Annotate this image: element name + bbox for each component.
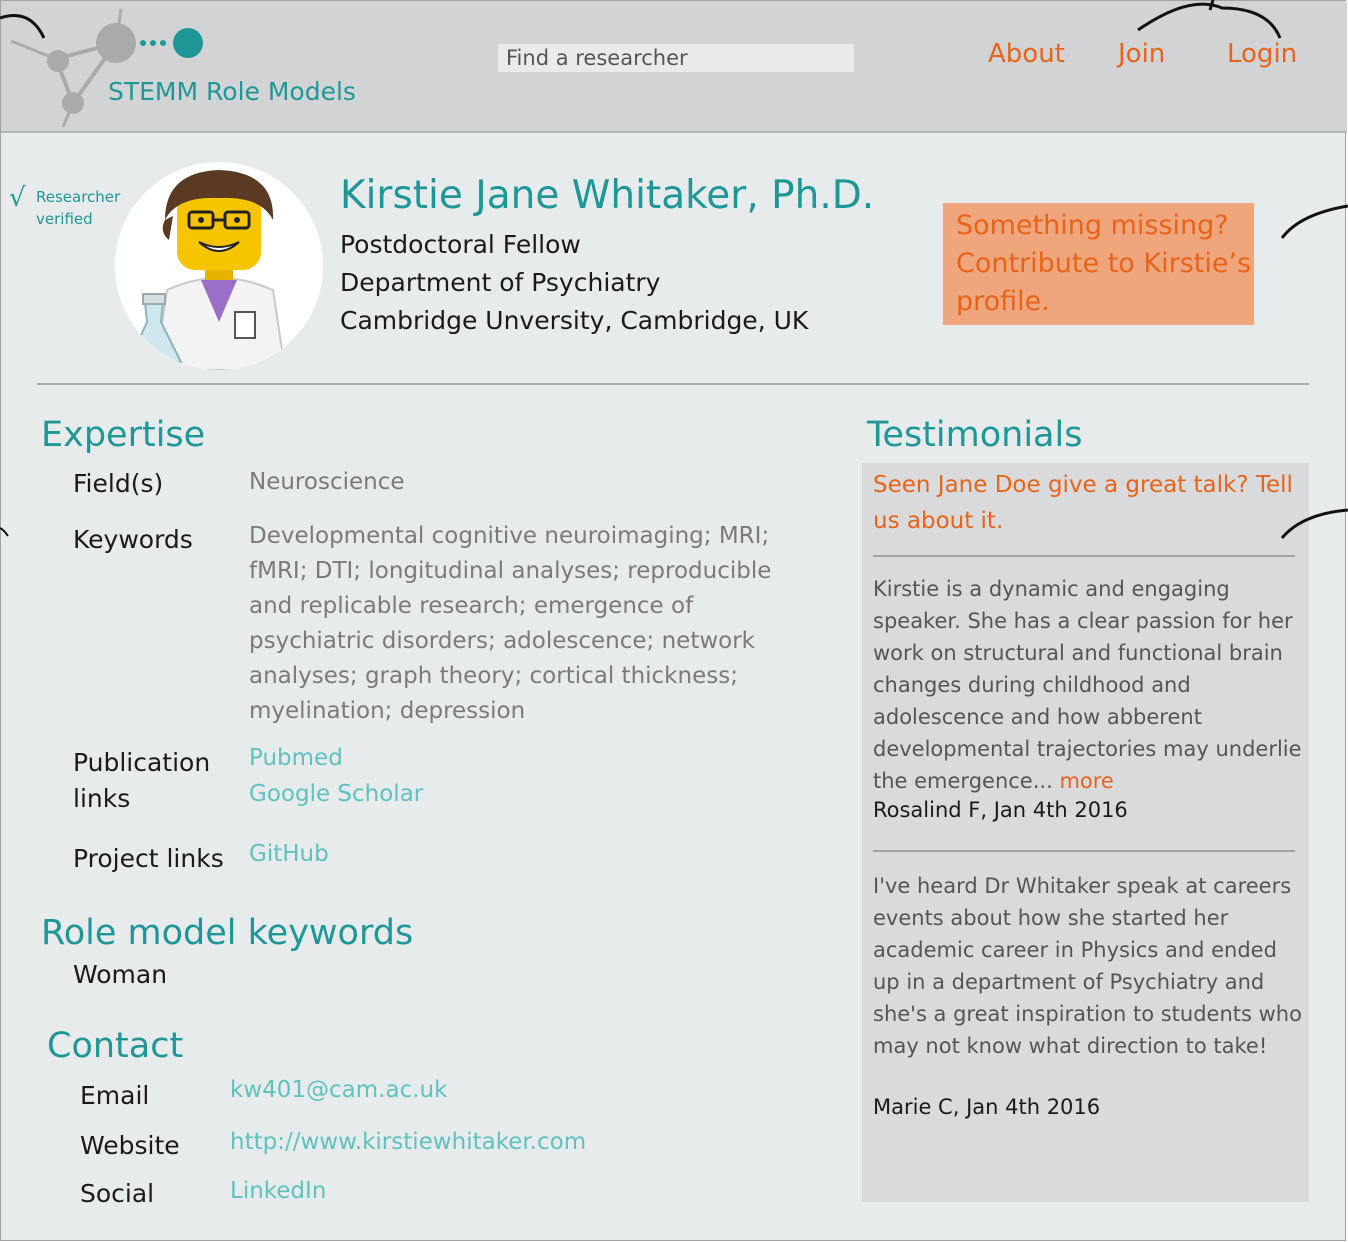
nav-about-link[interactable]: About — [988, 39, 1065, 69]
researcher-institution: Cambridge Unversity, Cambridge, UK — [340, 306, 809, 335]
website-link[interactable]: http://www.kirstiewhitaker.com — [230, 1129, 586, 1155]
contact-heading: Contact — [47, 1026, 184, 1066]
testimonials-heading: Testimonials — [867, 415, 1083, 455]
page-frame: STEMM Role Models About Join Login √ Res… — [0, 0, 1347, 1241]
add-testimonial-link[interactable]: Seen Jane Doe give a great talk? Tell us… — [873, 467, 1293, 539]
testimonial-divider — [873, 555, 1295, 557]
website-label: Website — [80, 1131, 180, 1160]
testimonial-text: Kirstie is a dynamic and engaging speake… — [873, 573, 1305, 797]
keywords-label: Keywords — [73, 525, 193, 554]
google-scholar-link[interactable]: Google Scholar — [249, 781, 423, 807]
fields-label: Field(s) — [73, 469, 164, 498]
social-row-clip: Social LinkedIn — [1, 1173, 701, 1203]
nav-join-link[interactable]: Join — [1118, 39, 1165, 69]
publication-links-label: Publication links — [73, 748, 211, 813]
testimonial-text: I've heard Dr Whitaker speak at careers … — [873, 874, 1302, 1058]
github-link[interactable]: GitHub — [249, 841, 329, 867]
fields-value: Neuroscience — [249, 469, 405, 495]
nav-login-link[interactable]: Login — [1227, 39, 1297, 69]
social-label: Social — [80, 1179, 155, 1203]
pubmed-link[interactable]: Pubmed — [249, 745, 343, 771]
testimonial-body: Kirstie is a dynamic and engaging speake… — [873, 577, 1302, 793]
email-link[interactable]: kw401@cam.ac.uk — [230, 1077, 447, 1103]
expertise-heading: Expertise — [41, 415, 206, 455]
section-divider — [37, 383, 1309, 385]
linkedin-link[interactable]: LinkedIn — [230, 1178, 326, 1203]
role-model-heading: Role model keywords — [41, 913, 414, 953]
testimonial-divider — [873, 850, 1295, 852]
brand-name[interactable]: STEMM Role Models — [108, 77, 356, 106]
network-logo-icon[interactable] — [1, 1, 231, 131]
researcher-name: Kirstie Jane Whitaker, Ph.D. — [340, 173, 875, 218]
site-header: STEMM Role Models About Join Login — [1, 1, 1347, 133]
project-links-label: Project links — [73, 844, 224, 873]
researcher-avatar-image — [115, 162, 323, 370]
check-icon: √ — [9, 183, 26, 213]
avatar — [115, 162, 323, 370]
email-label: Email — [80, 1081, 150, 1110]
search-input[interactable] — [498, 44, 854, 72]
keywords-value: Developmental cognitive neuroimaging; MR… — [249, 523, 772, 724]
testimonial-author: Rosalind F, Jan 4th 2016 — [873, 798, 1128, 822]
role-model-keywords-value: Woman — [73, 960, 168, 989]
researcher-position: Postdoctoral Fellow — [340, 230, 581, 259]
more-link[interactable]: more — [1059, 769, 1113, 793]
researcher-department: Department of Psychiatry — [340, 268, 661, 297]
contribute-profile-button[interactable]: Something missing? Contribute to Kirstie… — [943, 203, 1254, 325]
testimonial-author: Marie C, Jan 4th 2016 — [873, 1095, 1101, 1119]
